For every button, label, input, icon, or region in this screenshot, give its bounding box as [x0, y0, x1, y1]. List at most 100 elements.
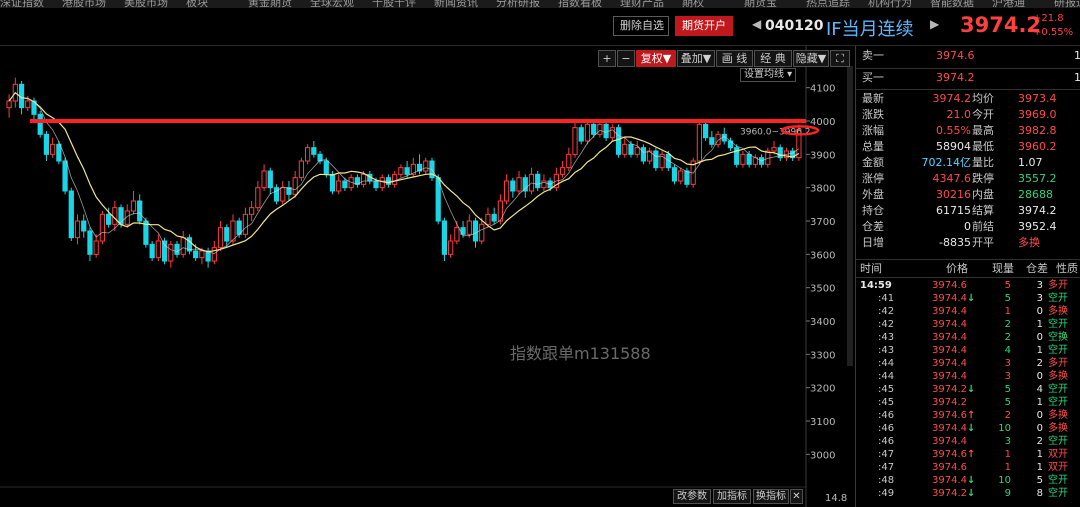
fuquan-dropdown[interactable]: 复权▼	[636, 50, 676, 67]
top-menu-item[interactable]: 港股市场	[62, 0, 106, 8]
candle-body	[93, 240, 99, 255]
candle-body	[379, 177, 385, 189]
tick-volume: 5	[1004, 384, 1011, 395]
candle-body	[684, 170, 690, 185]
tick-oi: 1	[1036, 462, 1043, 473]
prev-arrow-icon[interactable]: ◀	[752, 17, 761, 31]
candle-body	[81, 220, 87, 232]
top-menu-item[interactable]: 理财产品	[620, 0, 664, 8]
tick-volume: 10	[998, 475, 1011, 486]
top-menu-item[interactable]: 黄金期货	[248, 0, 292, 8]
stat-value: 3982.8	[1018, 124, 1057, 137]
tick-volume: 1	[1004, 306, 1011, 317]
quote-stat-row: 外盘 30216 内盘 28688	[856, 187, 1080, 203]
tick-row: :42 3974.4 2 1 空开	[856, 318, 1080, 331]
tick-volume: 2	[1004, 332, 1011, 343]
top-menu-item[interactable]: 板块	[186, 0, 208, 8]
tick-row: :45 3974.2 ↓ 5 4 空开	[856, 383, 1080, 396]
next-arrow-icon[interactable]: ▶	[930, 17, 939, 31]
switch-indicator-button[interactable]: 换指标	[753, 489, 789, 504]
tick-oi: 2	[1036, 436, 1043, 447]
tick-direction-icon: ↓	[967, 423, 976, 434]
quote-stat-row: 涨跌 21.0 今开 3969.0	[856, 107, 1080, 123]
top-menu-item[interactable]: 智能数据	[930, 0, 974, 8]
top-menu-item[interactable]: 美股市场	[124, 0, 168, 8]
tick-oi: 4	[1036, 384, 1043, 395]
tick-type: 空开	[1048, 319, 1068, 330]
top-menu-item[interactable]: 千股千评	[372, 0, 416, 8]
top-menu-item[interactable]: 沪港通	[992, 0, 1025, 8]
stat-value: 61715	[936, 204, 971, 217]
classic-button[interactable]: 经 典	[754, 50, 792, 67]
top-menu-item[interactable]: 研报通	[1054, 0, 1080, 8]
stat-label: 今开	[972, 108, 994, 121]
ticks-header-price: 价格	[946, 262, 968, 275]
candle-body	[597, 123, 603, 135]
top-menu-item[interactable]: 期权	[682, 0, 704, 8]
candle-body	[398, 167, 404, 175]
ticks-header-volume: 现量	[992, 262, 1014, 275]
tick-volume: 5	[1004, 293, 1011, 304]
fullscreen-icon[interactable]: ⛶	[830, 50, 850, 67]
tick-oi: 5	[1036, 475, 1043, 486]
stat-value: 4347.6	[932, 172, 972, 185]
modify-params-button[interactable]: 改参数	[673, 489, 711, 504]
top-menu-item[interactable]: 深证指数	[0, 0, 44, 8]
y-tick-label: 3600	[810, 250, 835, 261]
y-tick-label: 3900	[810, 150, 835, 161]
y-tick-label: 4000	[810, 117, 835, 128]
top-menu-item[interactable]: 分析研报	[496, 0, 540, 8]
top-menu-item[interactable]: 全球宏观	[310, 0, 354, 8]
tick-type: 空换	[1048, 332, 1068, 343]
close-indicator-icon[interactable]: ✕	[790, 489, 803, 504]
candle-body	[634, 147, 640, 155]
quote-header: 删除自选 期货开户 ◀ 040120 IF当月连续 ▶ 3974.2 +21.8…	[0, 8, 1080, 46]
tick-type: 多换	[1048, 423, 1068, 434]
tick-price: 3974.6	[932, 410, 967, 421]
tick-time: :43	[878, 332, 895, 343]
hide-dropdown[interactable]: 隐藏▼	[793, 50, 829, 67]
tick-price: 3974.6	[932, 280, 967, 291]
stat-label: 最新	[862, 92, 884, 105]
candle-body	[603, 123, 609, 139]
stat-value: 3974.2	[1018, 204, 1057, 217]
top-menu-item[interactable]: 期货宝	[744, 0, 777, 8]
open-futures-account-button[interactable]: 期货开户	[675, 16, 733, 36]
candle-body	[43, 133, 50, 155]
ma-settings-dropdown[interactable]: 设置均线 ▾	[740, 68, 797, 82]
candle-body	[267, 170, 273, 189]
top-menu-item[interactable]: 新闻资讯	[434, 0, 478, 8]
tick-oi: 0	[1036, 423, 1043, 434]
tick-type: 空开	[1048, 397, 1068, 408]
delete-watchlist-button[interactable]: 删除自选	[613, 16, 669, 36]
stat-label: 金额	[862, 156, 884, 169]
kline-chart[interactable]: 3000 3100 3200 3300 3400 3500 3600 3700 3800 3900…	[0, 46, 855, 507]
stat-value: 3969.0	[1018, 108, 1057, 121]
candle-body	[199, 250, 205, 259]
candle-body	[522, 177, 528, 192]
sell-1-row: 卖一 3974.6 1	[856, 48, 1080, 64]
buy-1-volume: 1	[1074, 70, 1080, 86]
tick-time: :43	[878, 345, 895, 356]
tick-row: :47 3974.6 ↑ 1 1 双开	[856, 448, 1080, 461]
zoom-out-button[interactable]: −	[617, 50, 635, 67]
add-indicator-button[interactable]: 加指标	[713, 489, 751, 504]
top-menu-item[interactable]: 热点追踪	[806, 0, 850, 8]
stat-label: 持仓	[862, 204, 884, 217]
candle-body	[360, 173, 367, 185]
buy-1-row: 买一 3974.2 1	[856, 70, 1080, 86]
tick-type: 空开	[1048, 488, 1068, 499]
zoom-in-button[interactable]: +	[598, 50, 616, 67]
top-menu-item[interactable]: 机构行为	[868, 0, 912, 8]
top-menu-item[interactable]: 指数看板	[558, 0, 602, 8]
overlay-dropdown[interactable]: 叠加▼	[677, 50, 715, 67]
candle-body	[56, 143, 62, 162]
candle-body	[702, 123, 709, 139]
stat-label: 总量	[862, 140, 884, 153]
candle-body	[161, 240, 168, 262]
draw-line-button[interactable]: 画 线	[716, 50, 753, 67]
tick-time: :46	[878, 436, 895, 447]
buy-1-label: 买一	[862, 71, 884, 84]
watermark: 指数跟单m131588	[510, 344, 651, 363]
candle-body	[174, 243, 180, 255]
